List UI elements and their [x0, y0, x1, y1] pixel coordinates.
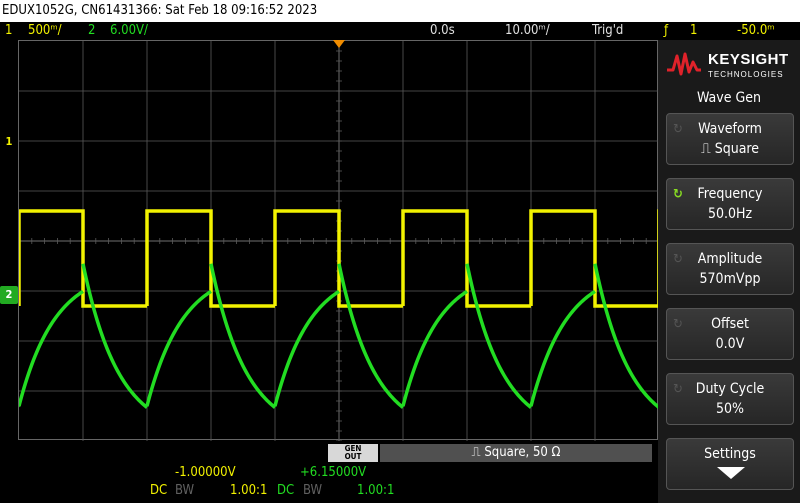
- ch2-probe: 1.00:1: [357, 483, 395, 498]
- frequency-softkey[interactable]: ↻ Frequency 50.0Hz: [666, 178, 794, 230]
- ch2-ground-marker[interactable]: 2: [0, 286, 18, 304]
- knob-icon: ↻: [673, 252, 683, 267]
- duty-cycle-label: Duty Cycle: [695, 381, 765, 397]
- brand-name: KEYSIGHT: [708, 51, 789, 68]
- settings-label: Settings: [704, 446, 756, 462]
- ch2-number[interactable]: 2: [88, 22, 95, 40]
- time-delay[interactable]: 0.0s: [430, 22, 455, 40]
- wavegen-info: ⎍ Square, 50 Ω: [380, 444, 652, 462]
- softkey-panel: KEYSIGHT TECHNOLOGIES Wave Gen ↻ Wavefor…: [658, 40, 800, 503]
- duty-cycle-value: 50%: [716, 401, 744, 417]
- offset-value: 0.0V: [715, 336, 745, 352]
- menu-title: Wave Gen: [697, 90, 761, 106]
- trigger-source[interactable]: 1: [690, 22, 697, 40]
- wavegen-bar: GEN OUT ⎍ Square, 50 Ω: [0, 441, 658, 463]
- window-title: EDUX1052G, CN61431366: Sat Feb 18 09:16:…: [0, 0, 800, 22]
- waveform-value: ⎍ Square: [700, 141, 760, 157]
- ch1-probe: 1.00:1: [230, 483, 268, 498]
- ch1-number[interactable]: 1: [5, 22, 12, 40]
- waveform-label: Waveform: [698, 121, 762, 137]
- trigger-slope-icon[interactable]: ƒ: [664, 22, 668, 40]
- trigger-state: Trig'd: [592, 23, 624, 38]
- trigger-position-marker[interactable]: [333, 40, 345, 48]
- offset-softkey[interactable]: ↻ Offset 0.0V: [666, 308, 794, 360]
- amplitude-label: Amplitude: [697, 251, 763, 267]
- brand-subtitle: TECHNOLOGIES: [708, 70, 784, 79]
- duty-cycle-softkey[interactable]: ↻ Duty Cycle 50%: [666, 373, 794, 425]
- square-wave-icon: ⎍: [471, 445, 481, 460]
- ch1-offset: -1.00000V: [175, 465, 236, 480]
- scope-graticule: [19, 41, 659, 441]
- settings-softkey[interactable]: Settings: [666, 438, 794, 490]
- frequency-label: Frequency: [697, 186, 763, 202]
- ch2-coupling: DC: [277, 483, 295, 498]
- knob-icon: ↻: [673, 122, 683, 137]
- ch2-bw-limit: BW: [303, 483, 323, 498]
- wavegen-info-text: Square, 50 Ω: [484, 445, 561, 460]
- amplitude-value: 570mVpp: [699, 271, 761, 287]
- frequency-value: 50.0Hz: [707, 206, 753, 222]
- ch1-ground-marker[interactable]: 1: [0, 133, 18, 151]
- knob-icon: ↻: [673, 317, 683, 332]
- ch2-offset: +6.15000V: [300, 465, 367, 480]
- status-bar: 1 500ᵐ/ 2 6.00V/ 0.0s 10.00ᵐ/ Trig'd ƒ 1…: [0, 22, 800, 40]
- ch1-bw-limit: BW: [175, 483, 195, 498]
- gen-out-line2: OUT: [344, 452, 362, 461]
- ch1-coupling: DC: [150, 483, 168, 498]
- waveform-display[interactable]: [18, 40, 659, 441]
- gen-out-badge[interactable]: GEN OUT: [328, 444, 378, 462]
- ch1-scale[interactable]: 500ᵐ/: [28, 22, 62, 40]
- active-knob-icon: ↻: [673, 187, 683, 202]
- ch2-scale[interactable]: 6.00V/: [110, 22, 148, 40]
- amplitude-softkey[interactable]: ↻ Amplitude 570mVpp: [666, 243, 794, 295]
- channel-readouts: -1.00000V +6.15000V DC BW 1.00:1 DC BW 1…: [0, 463, 658, 503]
- offset-label: Offset: [711, 316, 749, 332]
- time-scale[interactable]: 10.00ᵐ/: [505, 22, 550, 40]
- trigger-level[interactable]: -50.0ᵐ: [737, 22, 775, 40]
- knob-icon: ↻: [673, 382, 683, 397]
- keysight-wave-icon: [667, 52, 701, 76]
- down-arrow-icon: [717, 467, 745, 479]
- keysight-logo: KEYSIGHT TECHNOLOGIES: [666, 48, 794, 84]
- waveform-softkey[interactable]: ↻ Waveform ⎍ Square: [666, 113, 794, 165]
